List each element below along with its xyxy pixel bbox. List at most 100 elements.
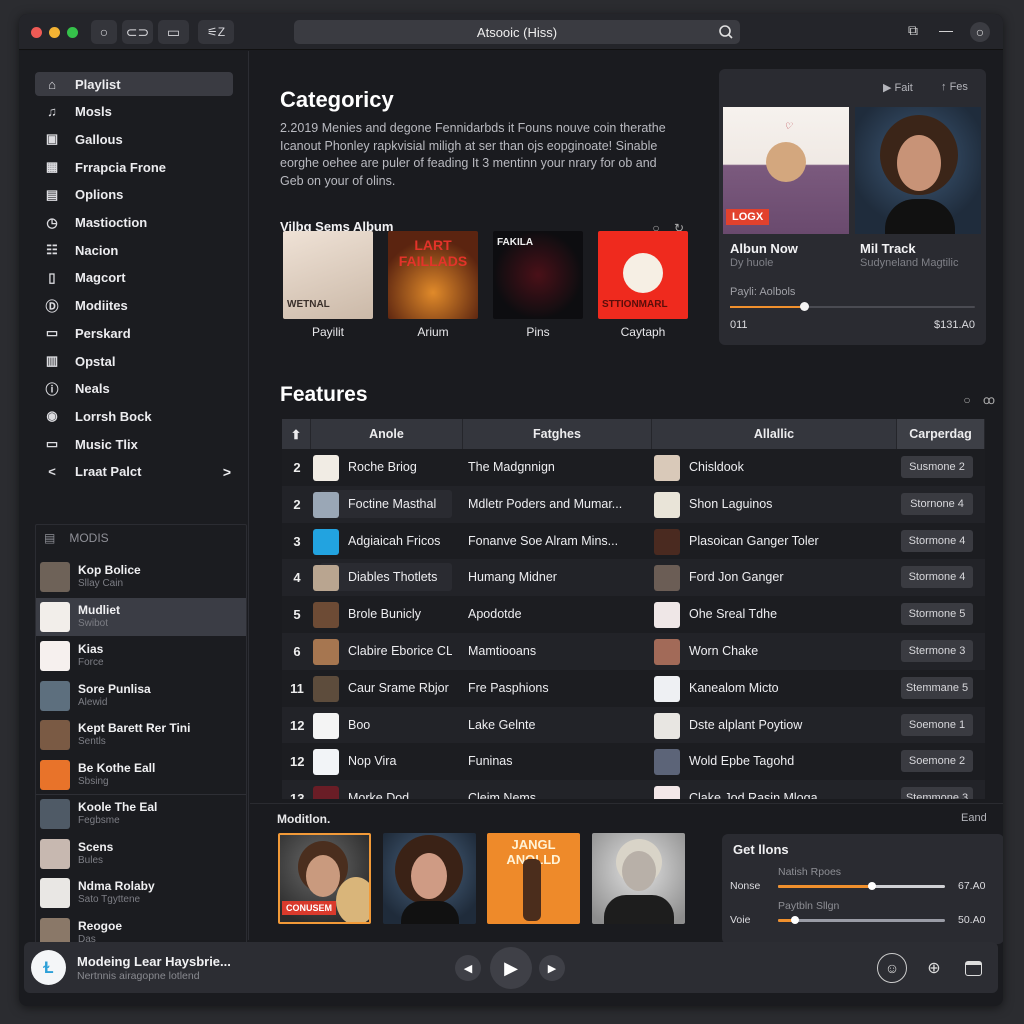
- library-item[interactable]: Scens Bules: [36, 835, 246, 873]
- carperdag-badge[interactable]: Stemmane 5: [901, 676, 973, 699]
- sidebar-item[interactable]: ▦ Frrapcia Frone: [35, 155, 233, 179]
- album-card[interactable]: LART FAILLADS Arium: [388, 231, 478, 339]
- carperdag-badge[interactable]: Stornone 4: [901, 492, 973, 515]
- table-row[interactable]: 3 Adgiaicah Fricos Fonanve Soe Alram Mins.…: [282, 522, 985, 560]
- previous-button[interactable]: ◀: [455, 955, 481, 981]
- column-header-carperdag[interactable]: Carperdag: [897, 419, 985, 449]
- equalizer-button[interactable]: ⚟Z: [198, 20, 234, 44]
- album-card[interactable]: STTIONMARL Caytaph: [598, 231, 688, 339]
- moderation-card[interactable]: JANGL ANOLLD: [487, 833, 580, 924]
- library-item[interactable]: Be Kothe Eall Sbsing: [36, 756, 246, 794]
- search-bar[interactable]: Atsooic (Hiss): [294, 20, 740, 44]
- volume-slider[interactable]: [778, 916, 945, 924]
- carperdag-badge[interactable]: Stemmone 3: [901, 787, 973, 799]
- minimize-icon[interactable]: —: [936, 22, 956, 42]
- column-header-allallic[interactable]: Allallic: [652, 419, 897, 449]
- moderation-link[interactable]: Eand: [961, 812, 987, 824]
- carperdag-badge[interactable]: Soemone 2: [901, 750, 973, 773]
- track-title[interactable]: Modeing Lear Haysbrie...: [77, 954, 231, 969]
- library-item[interactable]: Kept Barett Rer Tini Sentls: [36, 716, 246, 754]
- cell-anole[interactable]: Clabire Eborice CL.: [320, 637, 452, 665]
- carperdag-badge[interactable]: Stormone 4: [901, 566, 973, 589]
- cell-anole[interactable]: Foctine Masthal: [320, 489, 452, 518]
- view-toggle-icon[interactable]: ꝏ: [982, 393, 996, 407]
- search-input[interactable]: Atsooic (Hiss): [294, 25, 740, 40]
- album-card[interactable]: FAKILA Pins: [493, 231, 583, 339]
- library-item[interactable]: Mudliet Swibot: [36, 597, 246, 636]
- album-card[interactable]: WETNAL Payilit: [283, 231, 373, 339]
- tab-fait[interactable]: ▶ Fait: [883, 81, 913, 94]
- sidebar-item[interactable]: ☷ Nacion: [35, 238, 233, 262]
- play-button[interactable]: ▶: [490, 947, 532, 989]
- table-row[interactable]: 12 Nop Vira Funinas Wold Epbe Tagohd Soemone…: [282, 743, 985, 781]
- slider-knob[interactable]: [790, 916, 799, 924]
- table-row[interactable]: 5 Brole Bunicly Apodotde Ohe Sreal Tdhe Stor…: [282, 596, 985, 634]
- link-button[interactable]: ⊂⊃: [122, 20, 153, 44]
- sidebar-item[interactable]: ♫ Mosls: [35, 100, 233, 124]
- sidebar-item[interactable]: Ⓓ Modiites: [35, 294, 233, 318]
- sidebar-item[interactable]: ▤ Oplions: [35, 183, 233, 207]
- sidebar-item[interactable]: ⌂ Playlist: [35, 72, 233, 96]
- library-item[interactable]: Kias Force: [36, 637, 246, 675]
- sidebar-item[interactable]: ⓘ Neals: [35, 377, 233, 401]
- circle-icon[interactable]: ○: [960, 393, 974, 407]
- library-item[interactable]: Kop Bolice Sllay Cain: [36, 558, 246, 596]
- cell-anole[interactable]: Nop Vira: [320, 747, 452, 775]
- sort-column-header[interactable]: ⬆: [282, 419, 311, 449]
- table-row[interactable]: 2 Roche Briog The Madgnnign Chisldook Susmon…: [282, 449, 985, 486]
- table-row[interactable]: 13 Morke Dod Cleim Nems Clake Jod Rasin Mlo…: [282, 780, 985, 799]
- carperdag-badge[interactable]: Stormone 4: [901, 529, 973, 552]
- album-now-art[interactable]: ♡ LOGX: [723, 107, 849, 234]
- table-row[interactable]: 4 Diables Thotlets Humang Midner Ford Jon G…: [282, 559, 985, 597]
- sidebar-item[interactable]: ▭ Perskard: [35, 321, 233, 345]
- cell-anole[interactable]: Adgiaicah Fricos: [320, 527, 452, 555]
- carperdag-badge[interactable]: Stermone 3: [901, 640, 973, 662]
- picture-in-picture-icon[interactable]: ⧉: [903, 22, 923, 42]
- cell-anole[interactable]: Morke Dod: [320, 784, 452, 799]
- sidebar-item[interactable]: ▥ Opstal: [35, 349, 233, 373]
- carperdag-badge[interactable]: Stormone 5: [901, 603, 973, 626]
- chevron-right-icon[interactable]: >: [223, 464, 231, 480]
- noise-slider[interactable]: [778, 882, 945, 890]
- table-row[interactable]: 12 Boo Lake Gelnte Dste alplant Poytiow Soem…: [282, 706, 985, 744]
- next-button[interactable]: ▶: [539, 955, 565, 981]
- cell-anole[interactable]: Boo: [320, 711, 452, 739]
- cell-anole[interactable]: Caur Srame Rbjor: [320, 674, 452, 702]
- moderation-card[interactable]: CONUSEM: [278, 833, 371, 924]
- album-now-title[interactable]: Albun Now: [730, 241, 798, 256]
- sidebar-item[interactable]: ▣ Gallous: [35, 127, 233, 151]
- sidebar-item[interactable]: < Lraat Palct >: [35, 460, 233, 484]
- library-item[interactable]: Koole The Eal Fegbsme: [36, 795, 246, 833]
- track-avatar[interactable]: Ɫ: [31, 950, 66, 985]
- window-icon[interactable]: [958, 953, 988, 983]
- user-icon[interactable]: ○: [970, 22, 990, 42]
- sidebar-item[interactable]: ▯ Magcort: [35, 266, 233, 290]
- mil-track-art[interactable]: [855, 107, 981, 234]
- carperdag-badge[interactable]: Soemone 1: [901, 713, 973, 736]
- calendar-button[interactable]: ▭: [158, 20, 189, 44]
- maximize-window-button[interactable]: [67, 27, 78, 38]
- moderation-card[interactable]: [383, 833, 476, 924]
- progress-knob[interactable]: [799, 302, 809, 311]
- slider-knob[interactable]: [867, 882, 876, 890]
- search-icon[interactable]: [718, 24, 734, 40]
- carperdag-badge[interactable]: Susmone 2: [901, 456, 973, 478]
- tab-fes[interactable]: ↑ Fes: [941, 81, 968, 93]
- close-window-button[interactable]: [31, 27, 42, 38]
- circle-button[interactable]: ○: [91, 20, 117, 44]
- moderation-card[interactable]: [592, 833, 685, 924]
- cell-anole[interactable]: Roche Briog: [320, 453, 452, 481]
- library-item[interactable]: Ndma Rolaby Sato Tgyttene: [36, 874, 246, 912]
- mil-track-title[interactable]: Mil Track: [860, 241, 916, 256]
- globe-icon[interactable]: ⊕: [919, 953, 949, 983]
- cell-anole[interactable]: Diables Thotlets: [320, 563, 452, 592]
- sidebar-item[interactable]: ◉ Lorrsh Bock: [35, 404, 233, 428]
- progress-slider[interactable]: [730, 302, 975, 311]
- table-row[interactable]: 11 Caur Srame Rbjor Fre Pasphions Kanealom …: [282, 669, 985, 707]
- sidebar-item[interactable]: ▭ Music Tlix: [35, 432, 233, 456]
- sidebar-item[interactable]: ◷ Mastioction: [35, 211, 233, 235]
- cell-anole[interactable]: Brole Bunicly: [320, 600, 452, 628]
- column-header-anole[interactable]: Anole: [311, 419, 463, 449]
- column-header-fatghes[interactable]: Fatghes: [463, 419, 652, 449]
- minimize-window-button[interactable]: [49, 27, 60, 38]
